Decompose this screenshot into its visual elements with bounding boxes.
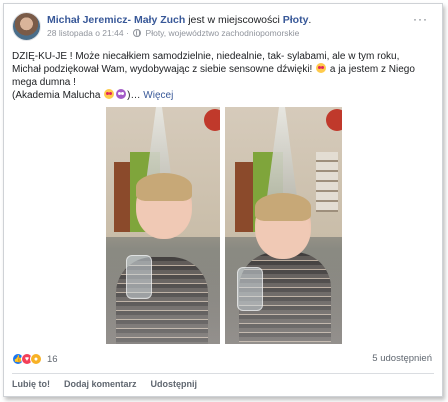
place-link[interactable]: Płoty [283,14,309,26]
share-button[interactable]: Udostępnij [151,379,198,393]
globe-icon [133,29,142,37]
photo-2-child-hair [255,193,311,221]
photo-1-balloon [204,109,220,131]
action-bar: Lubię to! Dodaj komentarz Udostępnij [12,379,197,393]
post-text-line-2: Michał podziękował Wam, wydobywając z si… [12,63,432,76]
heart-eyes-face-icon [104,89,115,99]
photo-1-haze [106,249,220,344]
like-button[interactable]: Lubię to! [12,379,50,393]
location[interactable]: Płoty, województwo zachodniopomorskie [146,28,300,38]
post-card: Michał Jeremicz- Mały Zuch jest w miejsc… [3,3,443,397]
wow-reaction-icon: ● [30,353,42,365]
kissing-face-icon [316,63,327,73]
post-meta: 28 listopada o 21:44 · Płoty, województw… [47,28,299,38]
post-text-line-2a: Michał podziękował Wam, wydobywając z si… [12,64,313,75]
meta-separator: · [125,28,129,38]
author-name[interactable]: Michał Jeremicz- Mały Zuch [47,14,185,26]
more-options-icon[interactable]: ··· [413,12,428,26]
post-text-line-2b: a ja jestem z Niego [329,64,415,75]
timestamp[interactable]: 28 listopada o 21:44 [47,28,124,38]
post-text-ellipsis: )… [127,90,141,101]
reactions-summary[interactable]: 👍 ♥ ● 16 [12,352,58,366]
post-text-line-4-text: (Akademia Malucha [12,90,101,101]
avatar[interactable] [12,12,41,41]
post-header: Michał Jeremicz- Mały Zuch jest w miejsc… [12,12,432,46]
author-line: Michał Jeremicz- Mały Zuch jest w miejsc… [47,14,311,26]
photo-1-child-hair [136,173,192,201]
photo-2-door [235,162,253,232]
star-struck-face-icon [116,89,127,99]
photo-2[interactable] [225,107,342,344]
divider [12,373,434,374]
post-text-line-4: (Akademia Malucha )… Więcej [12,89,432,102]
photo-2-haze [225,249,342,344]
action-text: jest w miejscowości [188,14,280,26]
photo-grid [106,107,342,344]
post-text-line-3: mega dumna ! [12,77,76,88]
shares-count[interactable]: 5 udostępnień [372,353,432,364]
photo-2-balloon [326,109,342,131]
post-text: DZIĘ-KU-JE ! Może niecałkiem samodzielni… [12,50,432,102]
comment-button[interactable]: Dodaj komentarz [64,379,137,393]
see-more-link[interactable]: Więcej [143,90,173,101]
post-text-line-1: DZIĘ-KU-JE ! Może niecałkiem samodzielni… [12,51,400,62]
place-suffix: . [308,14,312,26]
photo-1[interactable] [106,107,220,344]
reaction-count[interactable]: 16 [47,354,58,365]
photo-2-shelf [316,152,338,212]
